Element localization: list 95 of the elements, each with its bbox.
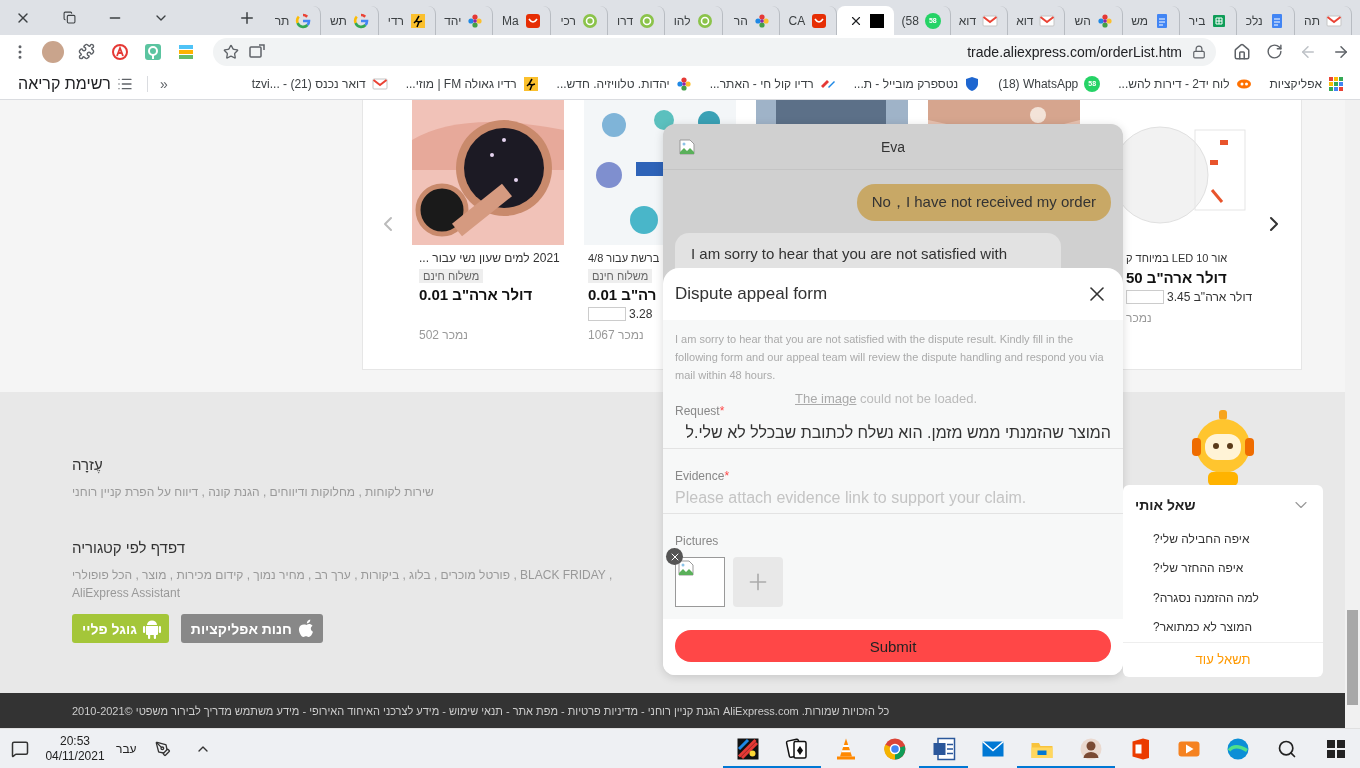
- bookmark-item[interactable]: יהדות. טלוויזיה. חדש...: [550, 70, 698, 97]
- mail-icon: [371, 75, 388, 92]
- bookmark-item[interactable]: דואר נכנס tzvi... - (21): [245, 70, 394, 97]
- flower-icon: [753, 12, 770, 29]
- android-icon: [142, 618, 161, 639]
- four-squares-icon[interactable]: [1326, 739, 1345, 758]
- quantity-field[interactable]: [588, 307, 626, 321]
- pen-icon[interactable]: [154, 740, 171, 757]
- smile-icon: [811, 12, 828, 29]
- document-icon[interactable]: [931, 736, 956, 761]
- swirl-icon: [639, 12, 656, 29]
- sold-count: נמכר 502: [419, 328, 468, 342]
- runner-icon: [522, 75, 539, 92]
- url-text: trade.aliexpress.com/orderList.htm: [967, 43, 1182, 60]
- footer-links: שירות לקוחות , מחלוקות ודיווחים , הגנת קונה , דיווח על הפרת קניין רוחני: [72, 484, 435, 501]
- home-icon[interactable]: [1232, 42, 1251, 61]
- field-label: Evidence*: [675, 469, 731, 483]
- form-intro: I am sorry to hear that you are not satisfied with the dispute result. Kindly fill in the following form and our appeal team will review the dispute handling and respond you via mail within 48 hours.: [674, 332, 1105, 383]
- runner-icon: [410, 12, 426, 29]
- sold-count: נמכר: [1126, 311, 1152, 325]
- submit-button[interactable]: Submit: [675, 630, 1111, 662]
- more-bookmarks-button[interactable]: »: [159, 75, 168, 92]
- product-title: ברשת עבור 4/8: [588, 251, 660, 266]
- mail-icon: [1326, 12, 1342, 29]
- form-title: Dispute appeal form: [675, 284, 828, 304]
- unit-price: 3.28: [629, 307, 653, 321]
- shipping-tag: משלוח חינם: [419, 269, 484, 283]
- product-price: רה"ב 0.01: [588, 286, 657, 303]
- bookmark-item[interactable]: רדיו גאולה FM | מוזי...: [399, 70, 545, 97]
- question-link[interactable]: איפה החבילה שלי?: [1123, 524, 1323, 554]
- smile-icon: [524, 12, 541, 29]
- broken-image-icon: [678, 560, 694, 576]
- product-title: אור LED 10 במיוחד ק: [1126, 251, 1228, 266]
- app-store-button[interactable]: חנות אפליקציות: [180, 614, 323, 643]
- ring-logo-icon[interactable]: [882, 736, 907, 761]
- broken-image-icon: [679, 139, 695, 155]
- flower-icon: [675, 75, 692, 92]
- question-link[interactable]: המוצר לא כמתואר?: [1123, 612, 1323, 642]
- clock[interactable]: 20:53 04/11/2021: [40, 733, 110, 764]
- restore-icon[interactable]: [62, 11, 76, 24]
- wave-icon[interactable]: [1225, 736, 1250, 761]
- bookmark-star-icon[interactable]: [223, 43, 239, 60]
- ring-logo-icon: [352, 12, 369, 29]
- product-title: 2021 למים שעון נשי עבור ...: [419, 250, 560, 266]
- input-field[interactable]: המוצר שהזמנתי ממש מזמן. הוא נשלח לכתובת שבכלל לא שלי.ל: [675, 418, 1111, 448]
- bookmark-item[interactable]: לוח יד2 - דירות להש...: [1112, 70, 1258, 97]
- image-error-text: could not be loaded.: [860, 391, 978, 406]
- paint-icon[interactable]: [735, 736, 760, 761]
- notifications-icon[interactable]: [11, 739, 29, 758]
- lock-icon[interactable]: [1192, 44, 1206, 59]
- swirl-icon: [696, 12, 713, 29]
- swirl-icon: [581, 12, 598, 29]
- footer-links: פורטל מוכרים , בלוג , ביקורות , ערך רב , מחיר נמוך , קידום מכירות , מוצר , הכל פופולרי , BLACK FRIDAY , AliExpress Assistant: [72, 567, 614, 602]
- spreadsheet-icon: [1211, 12, 1228, 29]
- question-link[interactable]: למה ההזמנה נסגרה?: [1123, 582, 1323, 613]
- apps-grid-icon: [1328, 75, 1344, 92]
- flower-icon: [467, 12, 484, 29]
- panel-title: שאל אותי: [1135, 496, 1196, 513]
- puzzle-icon[interactable]: [78, 43, 95, 60]
- field-label: Request*: [675, 404, 726, 418]
- footer-heading: עֶזרָה: [72, 456, 103, 473]
- field-label: Pictures: [675, 534, 720, 548]
- picture-thumbnail[interactable]: [675, 557, 725, 607]
- scrollbar[interactable]: [1345, 100, 1360, 728]
- language-indicator[interactable]: עבר: [116, 741, 137, 756]
- ring-icon[interactable]: [110, 42, 129, 61]
- avatar-icon[interactable]: [1078, 736, 1103, 761]
- reload-icon[interactable]: [1266, 43, 1283, 60]
- shield-icon: [964, 75, 981, 92]
- bookmark-item[interactable]: רדיו קול חי - האתר...: [703, 70, 842, 97]
- footer-heading: דפדף לפי קטגוריה: [72, 539, 185, 556]
- browser-tab[interactable]: [837, 6, 894, 35]
- square-icon: [868, 12, 885, 29]
- flower-icon: [1096, 12, 1113, 29]
- search-icon[interactable]: [1276, 738, 1297, 759]
- chat-title: Eva: [880, 138, 906, 155]
- mail-icon: [982, 12, 999, 29]
- reading-list-button[interactable]: רשימת קריאה: [12, 70, 139, 97]
- quantity-field[interactable]: [1126, 290, 1164, 304]
- sold-count: נמכר 1067: [588, 328, 644, 342]
- question-link[interactable]: איפה ההחזר שלי?: [1123, 553, 1323, 583]
- apple-icon: [297, 618, 315, 639]
- user-message: No，I have not received my order: [856, 184, 1111, 221]
- address-bar[interactable]: trade.aliexpress.com/orderList.htm: [213, 37, 1216, 66]
- install-icon[interactable]: [249, 43, 265, 60]
- product-price: דולר ארה"ב 50: [1126, 269, 1227, 286]
- playing-cards-icon[interactable]: [784, 736, 809, 761]
- mail-icon: [1039, 12, 1056, 29]
- product-price: דולר ארה"ב 0.01: [419, 286, 533, 303]
- bookmark-item[interactable]: אפליקציות: [1263, 70, 1350, 97]
- shipping-tag: משלוח חינם: [588, 269, 653, 283]
- unit-price: דולר ארה"ב 3.45: [1167, 290, 1253, 304]
- ring-logo-icon: [295, 12, 312, 29]
- bookmark-item[interactable]: נטספרק מובייל - ת...: [847, 70, 987, 97]
- copyright-text: כל הזכויות שמורות. AliExpress.com הגנת קניין רוחני - מדיניות פרטיות - מפת אתר - תנאי שימוש - מידע לצרכני האיחוד האירופי - מידע משתמש מדריך לבירור משפטי ©2010-2021: [72, 704, 890, 717]
